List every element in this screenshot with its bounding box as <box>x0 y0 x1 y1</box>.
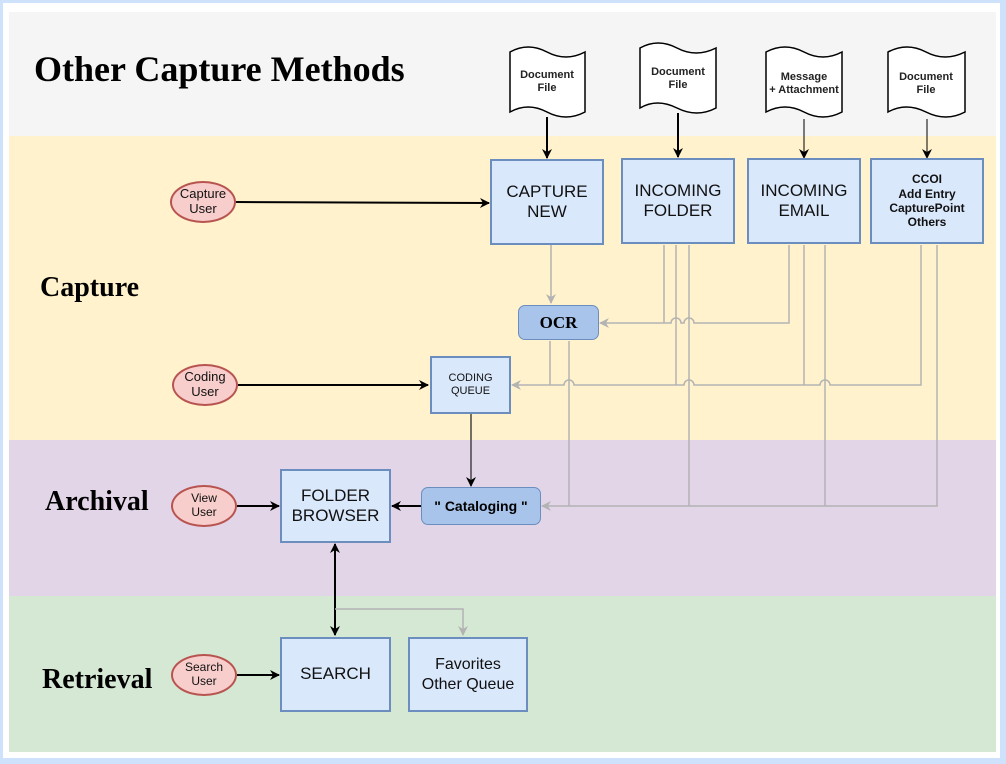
capture-user-actor[interactable]: Capture User <box>170 181 236 223</box>
folder-browser-box[interactable]: FOLDER BROWSER <box>280 469 391 543</box>
incoming-folder-box[interactable]: INCOMING FOLDER <box>621 158 735 244</box>
coding-user-actor[interactable]: Coding User <box>172 364 238 406</box>
document-label: Document File <box>899 71 953 97</box>
ccoi-box[interactable]: CCOI Add Entry CapturePoint Others <box>870 158 984 244</box>
arrow-to-favorites <box>335 608 468 636</box>
favorites-box[interactable]: Favorites Other Queue <box>408 637 528 712</box>
document-label: Document File <box>520 69 574 95</box>
flow-to-cataloging <box>541 245 938 511</box>
view-user-actor[interactable]: View User <box>171 485 237 527</box>
cataloging-process[interactable]: " Cataloging " <box>421 487 541 525</box>
search-box[interactable]: SEARCH <box>280 637 391 712</box>
flow-to-ocr <box>599 245 790 328</box>
ocr-process[interactable]: OCR <box>518 305 599 340</box>
arrow-capture-user <box>235 197 490 208</box>
capture-new-box[interactable]: CAPTURE NEW <box>490 159 604 245</box>
coding-queue-box[interactable]: CODING QUEUE <box>430 356 511 414</box>
document-label: Message + Attachment <box>769 71 839 97</box>
search-user-actor[interactable]: Search User <box>171 654 237 696</box>
document-label: Document File <box>651 66 705 92</box>
incoming-email-box[interactable]: INCOMING EMAIL <box>747 158 861 244</box>
